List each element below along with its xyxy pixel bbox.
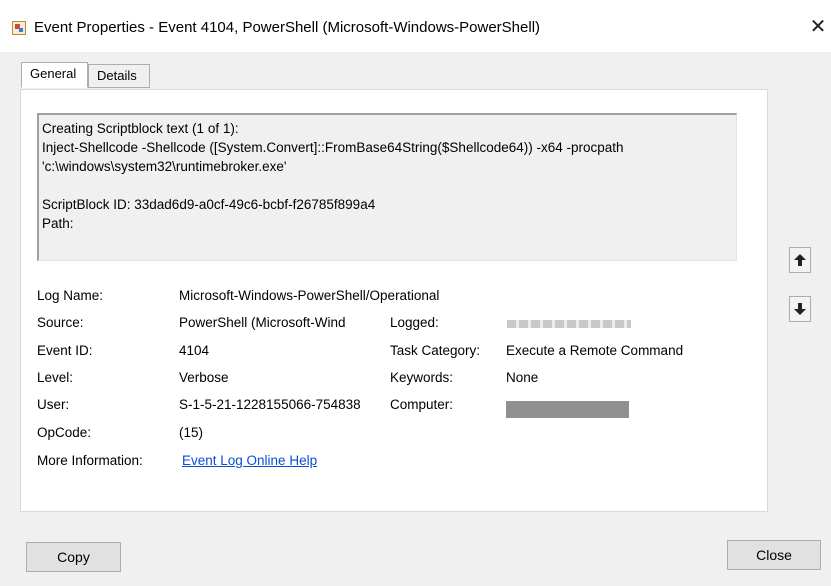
computer-value-redacted	[506, 401, 629, 418]
title-bar: Event Properties - Event 4104, PowerShel…	[0, 0, 831, 52]
window-title: Event Properties - Event 4104, PowerShel…	[34, 19, 541, 36]
description-line: Inject-Shellcode -Shellcode ([System.Con…	[42, 140, 624, 155]
level-label: Level:	[37, 370, 74, 385]
dialog-body: General Details Creating Scriptblock tex…	[0, 52, 831, 586]
copy-button[interactable]: Copy	[26, 542, 121, 572]
arrow-down-icon	[794, 303, 806, 315]
event-id-label: Event ID:	[37, 343, 93, 358]
user-label: User:	[37, 397, 70, 412]
task-category-label: Task Category:	[390, 343, 481, 358]
tab-general-label: General	[30, 66, 77, 81]
keywords-label: Keywords:	[390, 370, 454, 385]
tab-details[interactable]: Details	[88, 64, 150, 88]
event-id-value: 4104	[179, 343, 210, 358]
logged-label: Logged:	[390, 315, 439, 330]
user-value: S-1-5-21-1228155066-754838	[179, 397, 361, 412]
opcode-label: OpCode:	[37, 425, 92, 440]
keywords-value: None	[506, 370, 539, 385]
task-category-value: Execute a Remote Command	[506, 343, 684, 358]
event-log-online-help-link[interactable]: Event Log Online Help	[182, 453, 317, 468]
computer-label: Computer:	[390, 397, 454, 412]
arrow-up-icon	[794, 254, 806, 266]
more-information-label: More Information:	[37, 453, 143, 468]
source-label: Source:	[37, 315, 84, 330]
previous-event-button[interactable]	[789, 247, 811, 273]
log-name-label: Log Name:	[37, 288, 104, 303]
opcode-value: (15)	[179, 425, 204, 440]
level-value: Verbose	[179, 370, 229, 385]
path-line: Path:	[42, 216, 74, 231]
source-value: PowerShell (Microsoft-Wind	[179, 315, 346, 330]
description-line: Creating Scriptblock text (1 of 1):	[42, 121, 239, 136]
tab-details-label: Details	[97, 68, 137, 83]
scriptblock-id-line: ScriptBlock ID: 33dad6d9-a0cf-49c6-bcbf-…	[42, 197, 376, 212]
tab-general[interactable]: General	[21, 62, 88, 88]
close-button[interactable]: Close	[727, 540, 821, 570]
log-name-value: Microsoft-Windows-PowerShell/Operational	[179, 288, 440, 303]
description-line: 'c:\windows\system32\runtimebroker.exe'	[42, 159, 287, 174]
event-description-textbox[interactable]: Creating Scriptblock text (1 of 1): Inje…	[37, 113, 737, 261]
next-event-button[interactable]	[789, 296, 811, 322]
close-window-button[interactable]: ✕	[806, 14, 830, 40]
event-viewer-icon	[12, 21, 26, 35]
logged-value-redacted	[507, 320, 631, 328]
